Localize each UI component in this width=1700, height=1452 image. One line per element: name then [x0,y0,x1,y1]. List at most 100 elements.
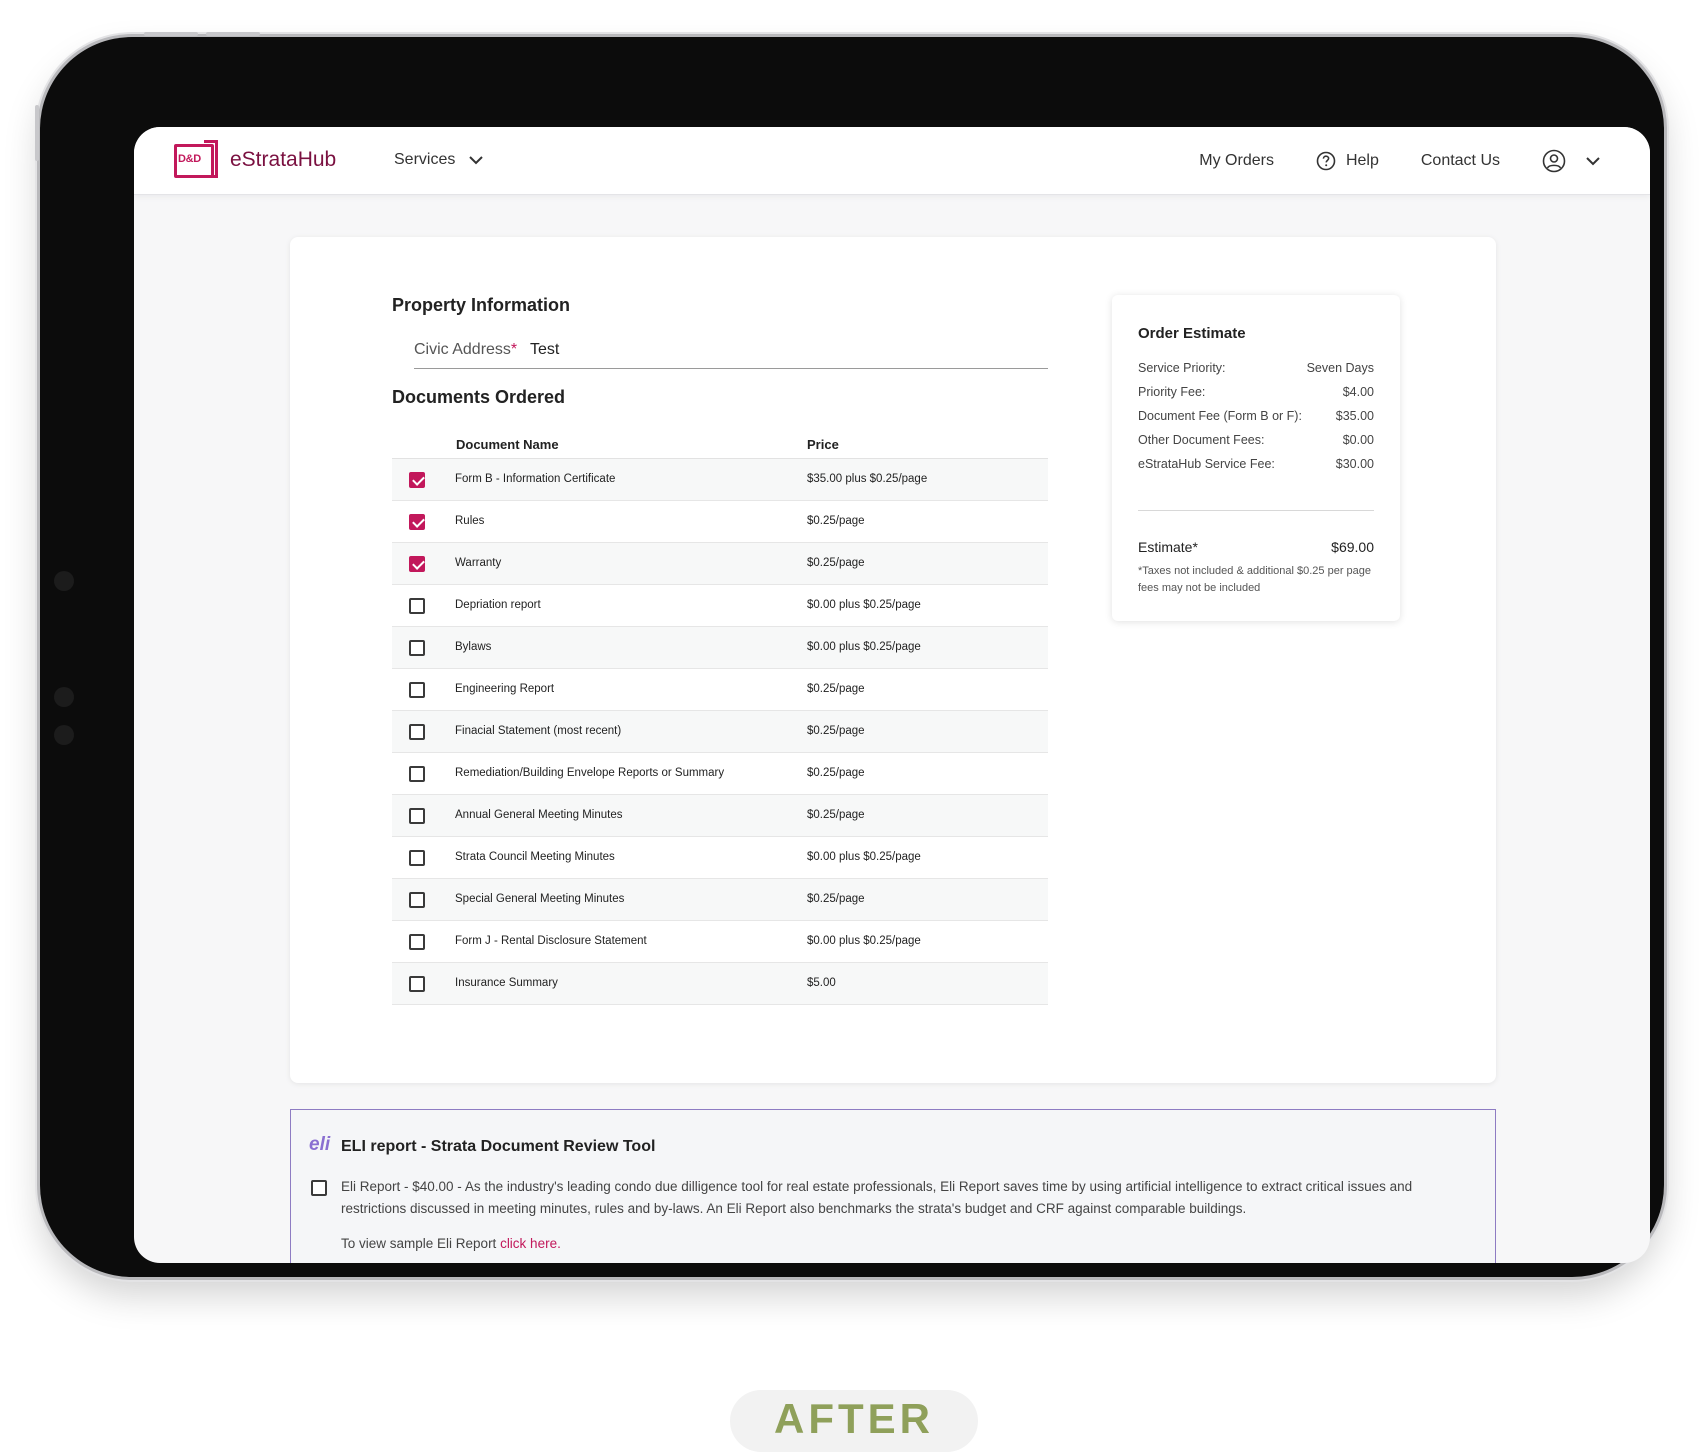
documents-table-header: Document Name Price [392,435,1048,459]
user-menu[interactable] [1542,149,1600,173]
document-checkbox[interactable] [409,850,425,866]
document-price: $0.00 plus $0.25/page [807,641,921,653]
volume-button [144,32,198,36]
document-checkbox[interactable] [409,934,425,950]
table-row: Rules $0.25/page [392,501,1048,543]
help-icon [1316,151,1336,171]
table-row: Insurance Summary $5.00 [392,963,1048,1005]
table-row: Warranty $0.25/page [392,543,1048,585]
document-checkbox[interactable] [409,724,425,740]
document-checkbox[interactable] [409,514,425,530]
eli-logo: eli [309,1134,331,1155]
document-name: Rules [455,515,485,527]
document-price: $0.25/page [807,683,865,695]
document-checkbox[interactable] [409,766,425,782]
civic-address-field[interactable]: Civic Address* [414,341,1048,369]
eli-title: ELI report - Strata Document Review Tool [341,1138,656,1155]
help-link[interactable]: Help [1316,151,1379,171]
my-orders-link[interactable]: My Orders [1199,152,1274,170]
document-name: Finacial Statement (most recent) [455,725,622,737]
document-price: $0.25/page [807,809,865,821]
document-checkbox[interactable] [409,598,425,614]
required-mark: * [510,341,518,358]
estimate-label: Other Document Fees: [1138,433,1265,447]
estimate-total-label: Estimate* [1138,539,1198,555]
camera-dot [54,725,74,745]
document-name: Engineering Report [455,683,555,695]
order-card: Property Information Civic Address* Docu… [290,237,1496,1083]
document-price: $5.00 [807,977,836,989]
document-name: Warranty [455,557,502,569]
estimate-total-value: $69.00 [1331,539,1374,555]
services-menu[interactable]: Services [394,151,484,169]
document-checkbox[interactable] [409,976,425,992]
document-name: Strata Council Meeting Minutes [455,851,615,863]
eli-sample-text: To view sample Eli Report click here. [341,1236,561,1251]
document-price: $0.00 plus $0.25/page [807,599,921,611]
document-price: $0.25/page [807,557,865,569]
estimate-label: Document Fee (Form B or F): [1138,409,1302,423]
nav-right: My Orders Help Contact Us [1199,127,1650,195]
document-name: Form J - Rental Disclosure Statement [455,935,647,947]
estimate-row: eStrataHub Service Fee: $30.00 [1138,457,1374,471]
estimate-value: $35.00 [1335,409,1374,423]
documents-table: Document Name Price Form B - Information… [392,435,1048,1005]
user-avatar-icon [1542,149,1566,173]
civic-address-label: Civic Address* [414,341,518,358]
estimate-label: eStrataHub Service Fee: [1138,457,1275,471]
chevron-down-icon [1586,156,1600,165]
estimate-label: Service Priority: [1138,361,1226,375]
table-row: Annual General Meeting Minutes $0.25/page [392,795,1048,837]
document-price: $0.00 plus $0.25/page [807,935,921,947]
chevron-down-icon [469,155,484,164]
after-badge: AFTER [730,1390,978,1452]
power-button [35,105,39,161]
brand-logo[interactable]: D&D eStrataHub [174,140,336,180]
services-label: Services [394,151,456,168]
document-checkbox[interactable] [409,682,425,698]
civic-address-input[interactable] [530,341,1030,359]
volume-button-2 [206,32,260,36]
document-name: Bylaws [455,641,492,653]
table-row: Finacial Statement (most recent) $0.25/pa… [392,711,1048,753]
document-checkbox[interactable] [409,472,425,488]
document-checkbox[interactable] [409,556,425,572]
eli-report-section: eli ELI report - Strata Document Review … [290,1109,1496,1263]
document-name: Remediation/Building Envelope Reports or… [455,767,725,779]
estimate-label: Priority Fee: [1138,385,1206,399]
estimate-note: *Taxes not included & additional $0.25 p… [1138,565,1372,594]
documents-ordered-title: Documents Ordered [392,387,566,407]
table-row: Depriation report $0.00 plus $0.25/page [392,585,1048,627]
col-document-name: Document Name [456,437,559,452]
table-row: Engineering Report $0.25/page [392,669,1048,711]
logo-mark: D&D [174,140,220,180]
eli-report-checkbox[interactable] [311,1180,327,1196]
table-row: Form J - Rental Disclosure Statement $0.0… [392,921,1048,963]
contact-us-link[interactable]: Contact Us [1421,152,1500,170]
estimate-value: $30.00 [1335,457,1374,471]
order-estimate-title: Order Estimate [1138,325,1246,342]
document-price: $0.25/page [807,767,865,779]
table-row: Special General Meeting Minutes $0.25/pag… [392,879,1048,921]
estimate-divider [1138,510,1374,511]
estimate-value: Seven Days [1306,361,1374,375]
eli-description: Eli Report - $40.00 - As the industry's … [341,1179,1413,1216]
property-info-title: Property Information [392,295,571,315]
estimate-value: $4.00 [1342,385,1374,399]
table-row: Form B - Information Certificate $35.00 p… [392,459,1048,501]
document-name: Form B - Information Certificate [455,473,616,485]
order-estimate-panel: Order Estimate Service Priority: Seven Da… [1112,295,1400,621]
document-price: $0.00 plus $0.25/page [807,851,921,863]
eli-sample-link[interactable]: click here. [500,1236,561,1251]
navbar: D&D eStrataHub Services My Orders Help C… [134,127,1650,195]
estimate-total: Estimate* $69.00 [1138,539,1374,555]
screen: D&D eStrataHub Services My Orders Help C… [134,127,1650,1263]
document-name: Special General Meeting Minutes [455,893,625,905]
document-price: $0.25/page [807,515,865,527]
document-checkbox[interactable] [409,892,425,908]
after-label: AFTER [774,1395,934,1442]
documents-table-body: Form B - Information Certificate $35.00 p… [392,459,1048,1005]
document-checkbox[interactable] [409,808,425,824]
brand-name: eStrataHub [230,148,337,171]
document-checkbox[interactable] [409,640,425,656]
